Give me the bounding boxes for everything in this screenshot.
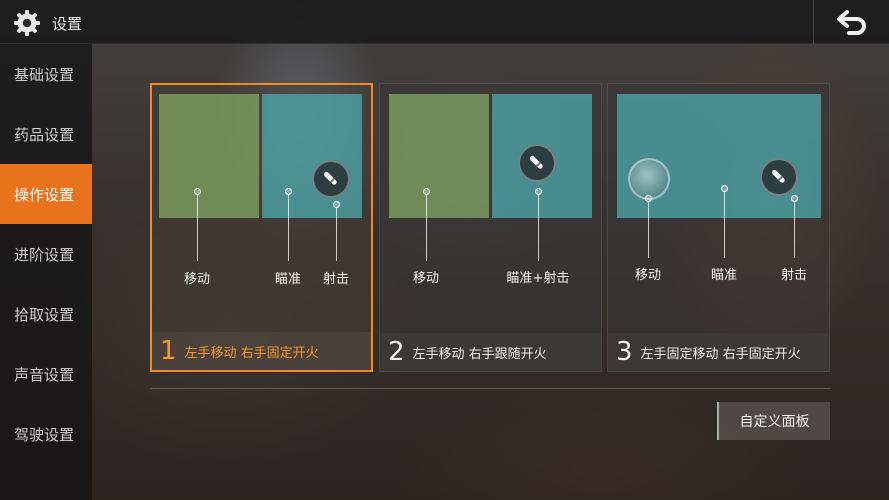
page-title: 设置: [52, 15, 83, 33]
custom-panel-button[interactable]: 自定义面板: [717, 402, 830, 440]
preset-footer: 2 左手移动 右手跟随开火: [380, 333, 601, 371]
sidebar-item-driving[interactable]: 驾驶设置: [0, 404, 92, 464]
aim-label: 瞄准: [274, 272, 302, 287]
sidebar-item-label: 操作设置: [14, 185, 75, 204]
section-divider: [150, 388, 831, 389]
settings-sidebar: 基础设置 药品设置 操作设置 进阶设置 拾取设置 声音设置 驾驶设置: [0, 44, 92, 500]
back-arrow-icon: [836, 10, 866, 35]
fire-marker: [333, 201, 340, 208]
preset-card-3[interactable]: 移动 瞄准 射击 3 左手固定移动 右手固定开火: [607, 83, 830, 372]
fire-marker: [791, 195, 798, 202]
sidebar-item-label: 药品设置: [14, 125, 75, 144]
preset-card-1[interactable]: 移动 瞄准 射击 1 左手移动 右手固定开火: [150, 83, 373, 372]
sidebar-item-label: 拾取设置: [14, 305, 75, 324]
sidebar-item-label: 驾驶设置: [14, 425, 75, 444]
move-marker: [645, 195, 652, 202]
sidebar-item-label: 声音设置: [14, 365, 75, 384]
fire-button-icon: [312, 160, 350, 198]
move-label: 移动: [412, 271, 440, 286]
preset-description: 左手固定移动 右手固定开火: [640, 346, 801, 362]
aim-fire-leader-line: [538, 195, 539, 261]
preset-footer: 3 左手固定移动 右手固定开火: [608, 333, 829, 371]
fire-leader-line: [336, 208, 337, 261]
aim-fire-marker: [535, 188, 542, 195]
move-marker: [423, 188, 430, 195]
gear-icon: [14, 10, 40, 36]
preset-description: 左手移动 右手固定开火: [184, 345, 319, 361]
sidebar-item-medicine[interactable]: 药品设置: [0, 104, 92, 164]
preset-number: 1: [160, 336, 177, 366]
aim-leader-line: [724, 192, 725, 258]
move-leader-line: [197, 195, 198, 261]
move-leader-line: [648, 202, 649, 258]
joystick-icon: [628, 158, 670, 200]
sidebar-item-sound[interactable]: 声音设置: [0, 344, 92, 404]
preset-number: 2: [388, 337, 405, 367]
back-button[interactable]: [813, 0, 889, 44]
left-move-zone: [159, 94, 259, 218]
preset-description: 左手移动 右手跟随开火: [412, 346, 547, 362]
sidebar-item-basic[interactable]: 基础设置: [0, 44, 92, 104]
right-aim-zone: [262, 94, 362, 218]
left-move-zone: [389, 94, 489, 218]
sidebar-item-advanced[interactable]: 进阶设置: [0, 224, 92, 284]
sidebar-item-pickup[interactable]: 拾取设置: [0, 284, 92, 344]
move-label: 移动: [634, 268, 662, 283]
aim-fire-label: 瞄准+射击: [506, 271, 570, 286]
fire-label: 射击: [780, 268, 808, 283]
fire-button-icon: [518, 144, 556, 182]
fire-leader-line: [794, 202, 795, 258]
preset-card-2[interactable]: 移动 瞄准+射击 2 左手移动 右手跟随开火: [379, 83, 602, 372]
move-marker: [194, 188, 201, 195]
settings-header: 设置: [0, 0, 889, 44]
aim-marker: [285, 188, 292, 195]
move-label: 移动: [183, 272, 211, 287]
sidebar-item-controls[interactable]: 操作设置: [0, 164, 92, 224]
preset-footer: 1 左手移动 右手固定开火: [152, 332, 371, 370]
aim-leader-line: [288, 195, 289, 261]
aim-label: 瞄准: [710, 268, 738, 283]
sidebar-item-label: 基础设置: [14, 65, 75, 84]
fire-button-icon: [760, 158, 798, 196]
move-leader-line: [426, 195, 427, 261]
sidebar-item-label: 进阶设置: [14, 245, 75, 264]
preset-number: 3: [616, 337, 633, 367]
aim-marker: [721, 185, 728, 192]
fire-label: 射击: [322, 272, 350, 287]
